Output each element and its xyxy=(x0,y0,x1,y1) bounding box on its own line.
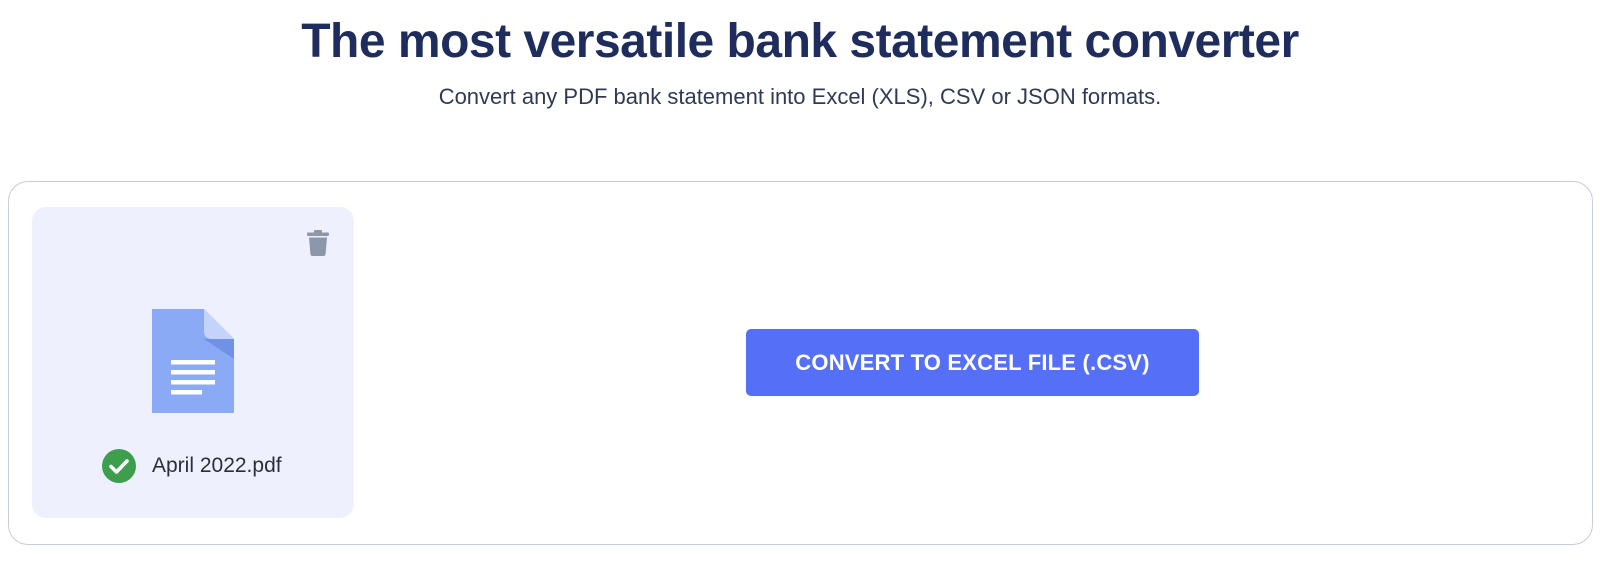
file-status: April 2022.pdf xyxy=(102,449,282,483)
converter-panel: April 2022.pdf CONVERT TO EXCEL FILE (.C… xyxy=(8,181,1593,545)
page-title: The most versatile bank statement conver… xyxy=(301,15,1299,68)
uploaded-file-card: April 2022.pdf xyxy=(32,207,354,518)
trash-icon xyxy=(307,230,329,256)
document-icon xyxy=(152,309,234,413)
delete-file-button[interactable] xyxy=(307,230,329,256)
page: The most versatile bank statement conver… xyxy=(0,0,1600,566)
check-circle-icon xyxy=(102,449,136,483)
convert-to-excel-button[interactable]: CONVERT TO EXCEL FILE (.CSV) xyxy=(746,329,1199,396)
file-name: April 2022.pdf xyxy=(152,454,282,477)
page-subtitle: Convert any PDF bank statement into Exce… xyxy=(438,84,1162,109)
